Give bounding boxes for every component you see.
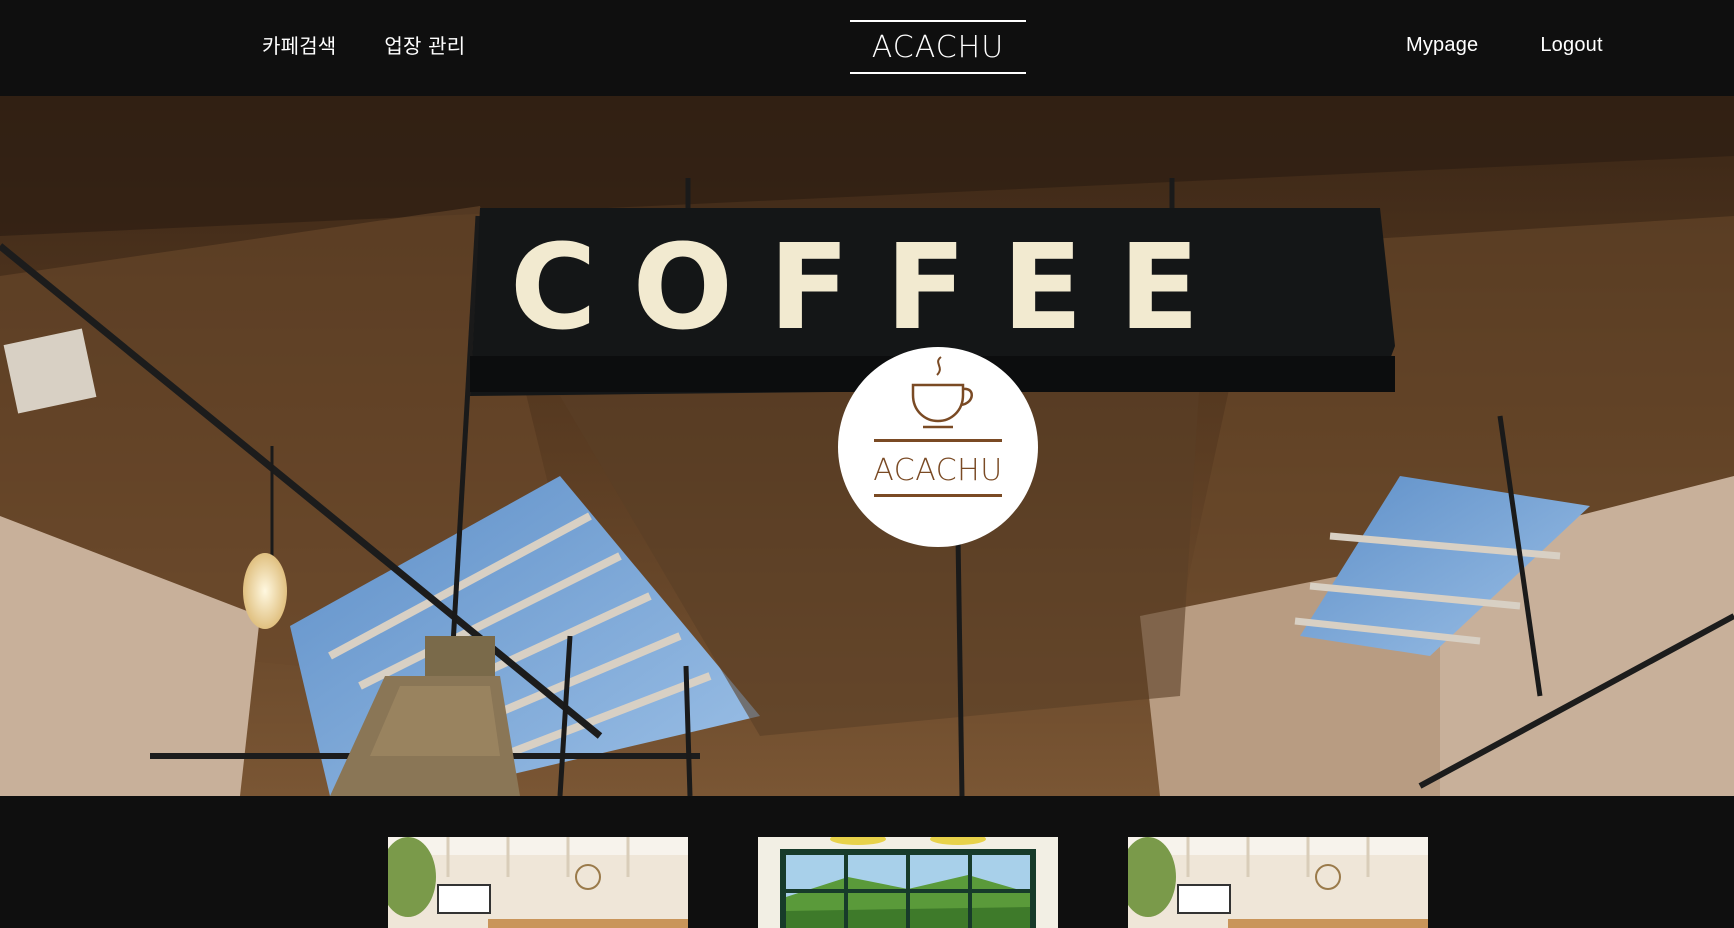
cafe-card-2[interactable] bbox=[758, 837, 1058, 928]
top-header: 카페검색 업장 관리 ACACHU Mypage Logout bbox=[0, 0, 1734, 96]
nav-cafe-search-link[interactable]: 카페검색 bbox=[262, 30, 336, 59]
mypage-link[interactable]: Mypage bbox=[1406, 34, 1478, 57]
mountain-window-photo bbox=[758, 837, 1058, 928]
logout-link[interactable]: Logout bbox=[1540, 34, 1602, 57]
cafe-card-3[interactable] bbox=[1128, 837, 1428, 928]
hero-banner: COFFEE ACACHU bbox=[0, 96, 1734, 796]
nav-business-manage-link[interactable]: 업장 관리 bbox=[384, 30, 465, 59]
coffee-cup-icon bbox=[911, 356, 973, 429]
logo-divider-top bbox=[874, 439, 1002, 442]
primary-nav: 카페검색 업장 관리 bbox=[262, 30, 465, 59]
account-nav: Mypage Logout bbox=[1406, 34, 1603, 57]
cafe-interior-photo bbox=[1128, 837, 1428, 928]
cafe-card-1[interactable] bbox=[388, 837, 688, 928]
logo-text: ACACHU bbox=[873, 453, 1003, 488]
coffee-sign-text: COFFEE bbox=[510, 218, 1235, 356]
cafe-cards-row bbox=[0, 796, 1734, 928]
cafe-interior-photo bbox=[388, 837, 688, 928]
brand-logo[interactable]: ACACHU bbox=[850, 20, 1026, 74]
acachu-logo-badge: ACACHU bbox=[838, 347, 1038, 547]
logo-divider-bottom bbox=[874, 494, 1002, 497]
